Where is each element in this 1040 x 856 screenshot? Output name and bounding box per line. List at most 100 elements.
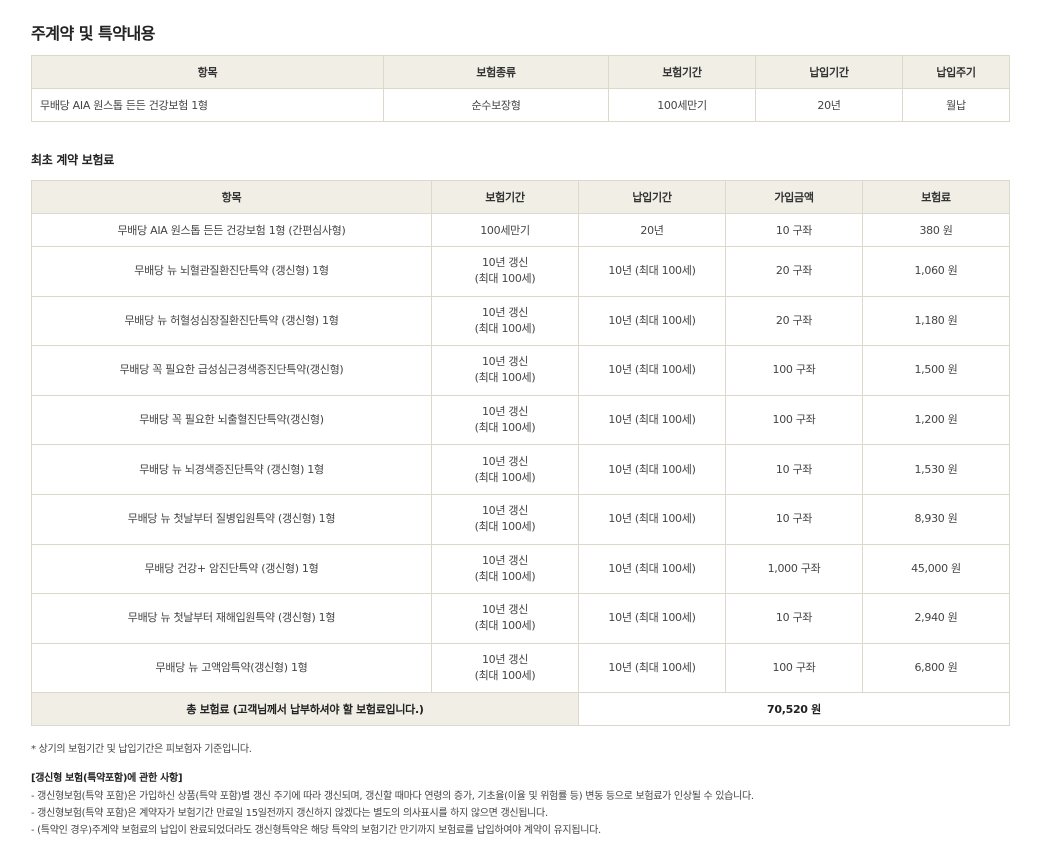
period-note: (최대 100세) — [474, 619, 536, 633]
cell-premium: 6,800 원 — [862, 642, 1010, 694]
period-line: 10년 갱신 — [481, 553, 529, 567]
premium-section-title: 최초 계약 보험료 — [31, 153, 114, 167]
period-note: (최대 100세) — [474, 371, 536, 385]
period-note: (최대 100세) — [474, 421, 536, 435]
table-row: 무배당 AIA 원스톱 든든 건강보험 1형 (간편심사형) 100세만기 20… — [31, 213, 1010, 247]
cell-item: 무배당 뉴 고액암특약(갱신형) 1형 — [31, 642, 432, 694]
header-coverage-amount: 가입금액 — [725, 180, 863, 214]
cell-item: 무배당 뉴 뇌혈관질환진단특약 (갱신형) 1형 — [31, 246, 432, 297]
cell-payment-period: 20년 — [755, 88, 903, 122]
cell-payment-period: 10년 (최대 100세) — [578, 543, 726, 595]
period-line: 10년 갱신 — [481, 405, 529, 419]
renewal-note-1: - 갱신형보험(특약 포함)은 가입하신 상품(특약 포함)별 갱신 주기에 따… — [31, 791, 754, 802]
renewal-note-3: - (특약인 경우)주계약 보험료의 납입이 완료되었더라도 갱신형특약은 해당… — [31, 825, 601, 836]
cell-premium: 45,000 원 — [862, 543, 1010, 595]
cell-coverage-amount: 100 구좌 — [725, 394, 863, 446]
table-row: 무배당 뉴 고액암특약(갱신형) 1형 10년 갱신 (최대 100세) 10년 … — [31, 642, 1010, 694]
cell-coverage-amount: 10 구좌 — [725, 593, 863, 644]
cell-item: 무배당 AIA 원스톱 든든 건강보험 1형 (간편심사형) — [31, 213, 432, 247]
table-row: 무배당 뉴 뇌혈관질환진단특약 (갱신형) 1형 10년 갱신 (최대 100세)… — [31, 246, 1010, 297]
cell-coverage-period: 10년 갱신 (최대 100세) — [431, 295, 579, 347]
total-premium-value: 70,520 원 — [578, 692, 1010, 727]
header-coverage-period: 보험기간 — [431, 180, 579, 214]
cell-coverage-period: 10년 갱신 (최대 100세) — [431, 593, 579, 644]
period-line: 10년 갱신 — [481, 256, 529, 270]
header-item: 항목 — [31, 180, 432, 214]
cell-coverage-period: 10년 갱신 (최대 100세) — [431, 493, 579, 545]
cell-coverage-amount: 100 구좌 — [725, 642, 863, 694]
cell-coverage-period: 100세만기 — [431, 213, 579, 247]
table-row: 무배당 뉴 허혈성심장질환진단특약 (갱신형) 1형 10년 갱신 (최대 100… — [31, 295, 1010, 347]
cell-premium: 1,500 원 — [862, 345, 1010, 396]
table-header-row: 항목 보험종류 보험기간 납입기간 납입주기 — [31, 55, 1010, 89]
cell-coverage-period: 10년 갱신 (최대 100세) — [431, 394, 579, 446]
table-row: 무배당 뉴 뇌경색증진단특약 (갱신형) 1형 10년 갱신 (최대 100세) … — [31, 444, 1010, 495]
period-line: 10년 갱신 — [481, 305, 529, 319]
period-line: 10년 갱신 — [481, 653, 529, 667]
cell-payment-cycle: 월납 — [902, 88, 1010, 122]
cell-payment-period: 10년 (최대 100세) — [578, 642, 726, 694]
cell-item: 무배당 꼭 필요한 급성심근경색증진단특약(갱신형) — [31, 345, 432, 396]
period-line: 10년 갱신 — [481, 355, 529, 369]
table-row: 무배당 뉴 첫날부터 질병입원특약 (갱신형) 1형 10년 갱신 (최대 100… — [31, 493, 1010, 545]
period-note: (최대 100세) — [474, 321, 536, 335]
table-row: 무배당 뉴 첫날부터 재해입원특약 (갱신형) 1형 10년 갱신 (최대 100… — [31, 593, 1010, 644]
main-contract-table: 항목 보험종류 보험기간 납입기간 납입주기 무배당 AIA 원스톱 든든 건강… — [31, 55, 1010, 122]
cell-coverage-amount: 100 구좌 — [725, 345, 863, 396]
cell-coverage-amount: 10 구좌 — [725, 493, 863, 545]
cell-item: 무배당 뉴 뇌경색증진단특약 (갱신형) 1형 — [31, 444, 432, 495]
cell-coverage-amount: 1,000 구좌 — [725, 543, 863, 595]
cell-coverage-period: 10년 갱신 (최대 100세) — [431, 444, 579, 495]
period-line: 10년 갱신 — [481, 603, 529, 617]
cell-coverage-period: 100세만기 — [608, 88, 756, 122]
table-row: 무배당 건강+ 암진단특약 (갱신형) 1형 10년 갱신 (최대 100세) 1… — [31, 543, 1010, 595]
cell-item: 무배당 뉴 첫날부터 질병입원특약 (갱신형) 1형 — [31, 493, 432, 545]
cell-payment-period: 10년 (최대 100세) — [578, 394, 726, 446]
cell-payment-period: 10년 (최대 100세) — [578, 246, 726, 297]
cell-premium: 1,530 원 — [862, 444, 1010, 495]
cell-item: 무배당 건강+ 암진단특약 (갱신형) 1형 — [31, 543, 432, 595]
cell-payment-period: 20년 — [578, 213, 726, 247]
cell-coverage-amount: 20 구좌 — [725, 295, 863, 347]
cell-payment-period: 10년 (최대 100세) — [578, 444, 726, 495]
table-row: 무배당 꼭 필요한 급성심근경색증진단특약(갱신형) 10년 갱신 (최대 100… — [31, 345, 1010, 396]
renewal-notes-title: [갱신형 보험(특약포함)에 관한 사항] — [31, 773, 183, 784]
premium-table: 항목 보험기간 납입기간 가입금액 보험료 무배당 AIA 원스톱 든든 건강보… — [31, 180, 1010, 727]
renewal-note-2: - 갱신형보험(특약 포함)은 계약자가 보험기간 만료일 15일전까지 갱신하… — [31, 808, 548, 819]
cell-payment-period: 10년 (최대 100세) — [578, 295, 726, 347]
cell-premium: 1,200 원 — [862, 394, 1010, 446]
period-note: (최대 100세) — [474, 272, 536, 286]
cell-payment-period: 10년 (최대 100세) — [578, 493, 726, 545]
cell-coverage-period: 10년 갱신 (최대 100세) — [431, 345, 579, 396]
cell-premium: 1,060 원 — [862, 246, 1010, 297]
header-payment-cycle: 납입주기 — [902, 55, 1010, 89]
cell-coverage-amount: 20 구좌 — [725, 246, 863, 297]
total-row: 총 보험료 (고객님께서 납부하셔야 할 보험료입니다.) 70,520 원 — [31, 692, 1010, 727]
total-premium-label: 총 보험료 (고객님께서 납부하셔야 할 보험료입니다.) — [31, 692, 579, 727]
table-header-row: 항목 보험기간 납입기간 가입금액 보험료 — [31, 180, 1010, 214]
period-note: (최대 100세) — [474, 569, 536, 583]
period-note: (최대 100세) — [474, 669, 536, 683]
cell-item: 무배당 꼭 필요한 뇌출혈진단특약(갱신형) — [31, 394, 432, 446]
cell-coverage-period: 10년 갱신 (최대 100세) — [431, 642, 579, 694]
header-payment-period: 납입기간 — [578, 180, 726, 214]
table-row: 무배당 꼭 필요한 뇌출혈진단특약(갱신형) 10년 갱신 (최대 100세) 1… — [31, 394, 1010, 446]
header-item: 항목 — [31, 55, 384, 89]
header-insurance-type: 보험종류 — [383, 55, 609, 89]
cell-coverage-amount: 10 구좌 — [725, 213, 863, 247]
header-payment-period: 납입기간 — [755, 55, 903, 89]
period-line: 10년 갱신 — [481, 454, 529, 468]
cell-insurance-type: 순수보장형 — [383, 88, 609, 122]
table-row: 무배당 AIA 원스톱 든든 건강보험 1형 순수보장형 100세만기 20년 … — [31, 88, 1010, 122]
page: 주계약 및 특약내용 항목 보험종류 보험기간 납입기간 납입주기 무배당 AI… — [0, 0, 1040, 856]
period-note: (최대 100세) — [474, 520, 536, 534]
cell-premium: 8,930 원 — [862, 493, 1010, 545]
cell-coverage-period: 10년 갱신 (최대 100세) — [431, 246, 579, 297]
cell-payment-period: 10년 (최대 100세) — [578, 345, 726, 396]
header-coverage-period: 보험기간 — [608, 55, 756, 89]
cell-item: 무배당 AIA 원스톱 든든 건강보험 1형 — [31, 88, 384, 122]
cell-coverage-period: 10년 갱신 (최대 100세) — [431, 543, 579, 595]
cell-item: 무배당 뉴 허혈성심장질환진단특약 (갱신형) 1형 — [31, 295, 432, 347]
header-premium: 보험료 — [862, 180, 1010, 214]
cell-item: 무배당 뉴 첫날부터 재해입원특약 (갱신형) 1형 — [31, 593, 432, 644]
